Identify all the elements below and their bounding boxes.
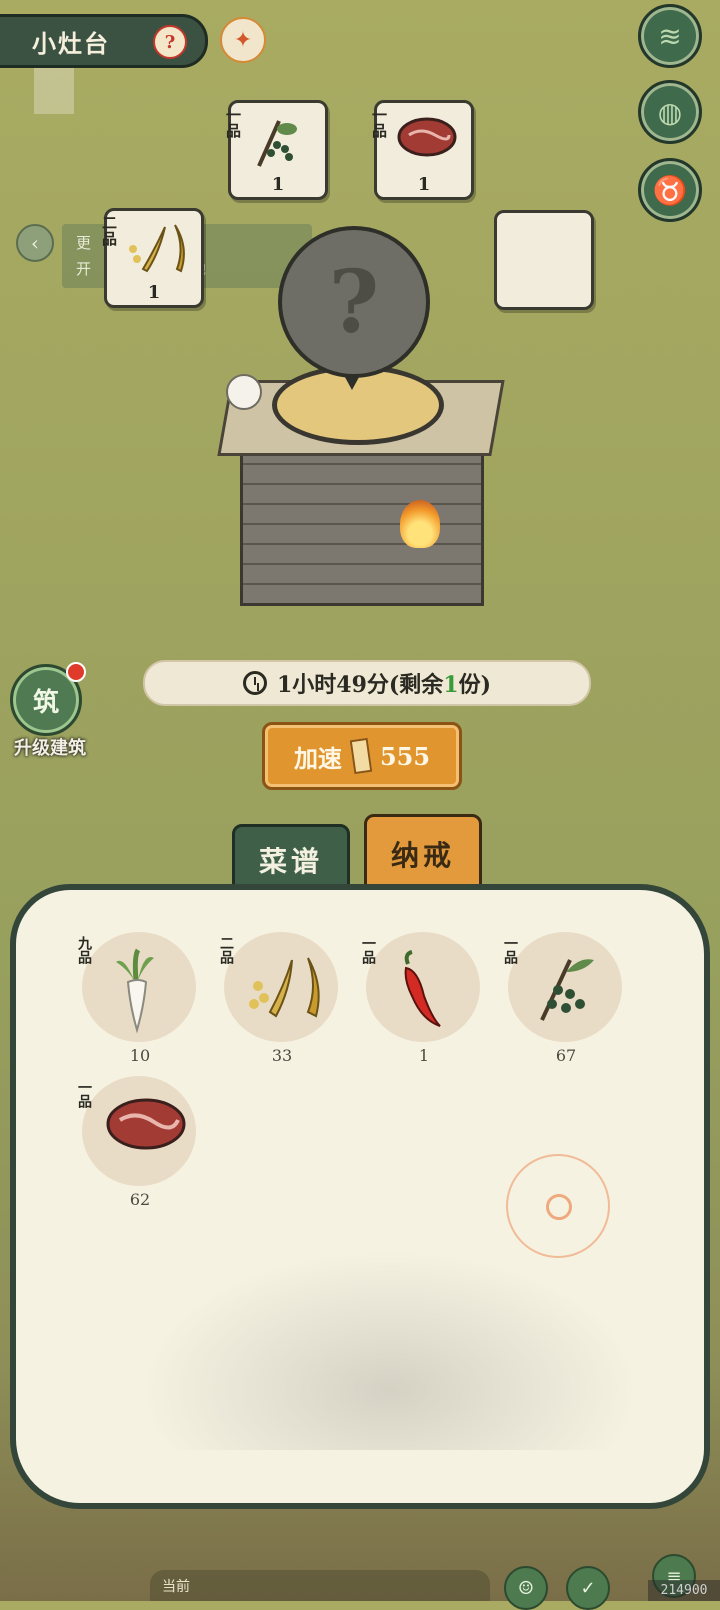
item-count: 10	[129, 1046, 151, 1065]
chili-icon	[404, 950, 441, 1027]
inventory-item-pepper-branch[interactable]: 一品 67	[502, 932, 624, 1065]
timer-text: 1小时49分(剩余1份)	[277, 667, 491, 699]
ingredient-slot-1[interactable]: 一品 1	[224, 100, 328, 200]
emoji-icon[interactable]: ☺	[504, 1566, 548, 1610]
fire-icon	[400, 500, 440, 548]
upgrade-icon: 筑	[32, 687, 59, 718]
inventory-item-soybean[interactable]: 二品 33	[218, 932, 340, 1065]
ingredient-slot-3[interactable]: 二品 1	[100, 208, 204, 308]
stove-body	[240, 440, 484, 606]
inventory-item-meat[interactable]: 一品 62	[76, 1076, 198, 1209]
meat-icon	[106, 1098, 186, 1150]
chat-channel-label: 当前	[162, 1579, 190, 1595]
item-count: 67	[555, 1046, 577, 1065]
back-arrow-icon[interactable]: ‹	[16, 224, 54, 262]
pepper-branch-icon	[257, 120, 297, 167]
cattle-icon[interactable]: ♉	[638, 158, 702, 222]
radish-icon	[116, 948, 154, 1034]
item-grade: 一品	[360, 936, 376, 964]
timer-text-after: 份)	[458, 672, 492, 698]
ingredient-slot-empty[interactable]	[494, 210, 594, 310]
user-id: 214900	[648, 1580, 720, 1601]
mountain-mist	[140, 1250, 640, 1450]
inventory-item-radish[interactable]: 九品 10	[76, 932, 198, 1065]
item-count: 62	[129, 1190, 151, 1209]
scroll-icon	[349, 737, 373, 775]
slot-grade: 二品	[100, 215, 118, 247]
meat-icon	[397, 117, 457, 157]
ingredient-slot-2[interactable]: 一品 1	[370, 100, 474, 200]
speed-up-button[interactable]: 加速 555	[262, 722, 462, 790]
pepper-branch-icon	[540, 959, 594, 1021]
inventory-item-chili[interactable]: 一品 1	[360, 932, 482, 1065]
salt-jar-icon	[226, 374, 262, 410]
page-title: 小灶台	[32, 28, 110, 58]
gate-pillar	[34, 62, 74, 114]
soybean-icon	[249, 957, 320, 1018]
chat-input-bar[interactable]: 当前	[150, 1570, 490, 1601]
slot-count: 1	[417, 174, 431, 195]
unknown-dish-bubble[interactable]: ?	[278, 226, 430, 378]
wave-icon[interactable]: ≋	[638, 4, 702, 68]
question-icon[interactable]: ?	[153, 25, 187, 59]
jar-icon[interactable]: ◍	[638, 80, 702, 144]
speed-up-label: 加速	[293, 743, 342, 773]
hint-line-2-text: 开	[76, 260, 92, 278]
item-count: 33	[271, 1046, 293, 1065]
tab-bag[interactable]: 纳戒	[364, 814, 482, 894]
speed-up-cost: 555	[379, 741, 431, 771]
title-banner: 小灶台 ?	[0, 14, 208, 68]
timer-text-before: 1小时49分(剩余	[276, 672, 444, 698]
upgrade-building-label: 升级建筑	[14, 738, 86, 759]
soybean-icon	[129, 224, 185, 273]
phoenix-icon[interactable]: ✦	[220, 17, 266, 63]
item-grade: 九品	[76, 936, 92, 964]
clock-icon	[242, 671, 267, 695]
timer-remaining: 1	[443, 672, 459, 698]
slot-count: 1	[271, 174, 285, 195]
slot-count: 1	[147, 282, 161, 303]
item-count: 1	[418, 1046, 430, 1065]
slot-grade: 一品	[224, 107, 242, 139]
cook-timer: 1小时49分(剩余1份)	[143, 660, 591, 706]
notification-dot	[66, 662, 86, 682]
slot-grade: 一品	[370, 107, 388, 139]
item-grade: 一品	[76, 1080, 92, 1108]
item-grade: 二品	[218, 936, 234, 964]
compass-joystick-icon[interactable]	[506, 1154, 610, 1258]
item-grade: 一品	[502, 936, 518, 964]
check-icon[interactable]: ✓	[566, 1566, 610, 1610]
